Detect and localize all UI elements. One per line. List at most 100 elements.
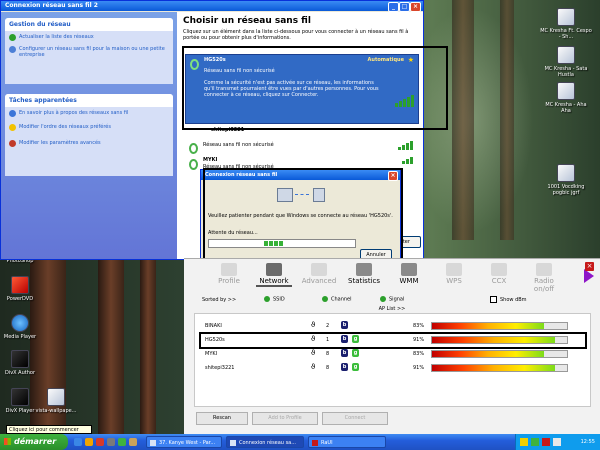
advanced-settings-link[interactable]: Modifier les paramètres avancés: [5, 133, 173, 149]
rescan-button[interactable]: Rescan: [196, 412, 248, 425]
related-tasks-header[interactable]: Tâches apparentées: [5, 94, 173, 107]
desktop-icon-divx-author[interactable]: DivX Author: [0, 350, 46, 376]
maximize-button[interactable]: □: [399, 2, 410, 12]
tab-profile[interactable]: Profile: [211, 263, 247, 285]
ap-row[interactable]: HG520s ϑ 1 b g 91%: [195, 334, 590, 345]
tree-trunk: [500, 0, 514, 240]
quick-launch-media-icon[interactable]: [85, 438, 93, 446]
taskbar-item-music[interactable]: 37. Kanye West - Par...: [146, 436, 222, 448]
network-item[interactable]: Réseau sans fil non sécurisé: [185, 139, 417, 154]
ap-row[interactable]: MYKI ϑ 8 b g 83%: [195, 348, 590, 359]
mode-g-badge: g: [352, 363, 359, 371]
volume-icon[interactable]: [553, 438, 561, 446]
sort-bar: Sorted by >> SSID Channel Signal Show dB…: [184, 295, 600, 306]
audio-file-icon: [557, 8, 575, 26]
ap-channel: 2: [326, 323, 330, 329]
advanced-icon: [311, 263, 327, 276]
highlight-box: [203, 168, 403, 269]
tray-icon[interactable]: [520, 438, 528, 446]
desktop-icon-powerdvd[interactable]: PowerDVD: [0, 276, 46, 302]
quick-launch-firefox-icon[interactable]: [96, 438, 104, 446]
wireless-antenna-icon: [189, 143, 198, 154]
tab-label: Network: [259, 277, 289, 285]
tab-advanced[interactable]: Advanced: [301, 263, 337, 285]
desktop-icon-audio-file[interactable]: MC Kresha Ft. Cespo - Sh...: [540, 8, 592, 40]
preferred-order-link[interactable]: Modifier l'ordre des réseaux préférés: [5, 119, 173, 133]
task-label: Modifier l'ordre des réseaux préférés: [19, 124, 111, 130]
ap-channel: 8: [326, 351, 330, 357]
signal-bar-fill: [432, 337, 555, 343]
signal-bar-fill: [432, 351, 545, 357]
network-tasks-header[interactable]: Gestion du réseau: [5, 18, 173, 31]
tab-statistics[interactable]: Statistics: [346, 263, 382, 285]
tab-label: Statistics: [348, 277, 380, 285]
tree-trunk: [98, 258, 124, 434]
desktop-icon-media-player[interactable]: Media Player: [0, 314, 46, 340]
radio-dot-icon: [380, 296, 386, 302]
sort-channel-option[interactable]: Channel: [322, 296, 352, 303]
taskbar: démarrer 37. Kanye West - Par... Connexi…: [0, 434, 600, 450]
related-tasks-box: Tâches apparentées En savoir plus à prop…: [5, 94, 173, 176]
desktop-icon-wallpaper[interactable]: vista-wallpape...: [30, 388, 82, 414]
taskbar-item-raui[interactable]: RaUI: [308, 436, 386, 448]
signal-bar-fill: [432, 365, 555, 371]
desktop-icon-label: 1001 Vocdking pogbic jgrf: [547, 184, 585, 196]
signal-bar: [431, 364, 568, 372]
start-button[interactable]: démarrer: [0, 434, 68, 450]
quick-launch-app-icon[interactable]: [129, 438, 137, 446]
desktop-icon-audio-file[interactable]: MC Kresha - Sata Hustla: [540, 46, 592, 78]
tray-icon[interactable]: [531, 438, 539, 446]
refresh-networks-link[interactable]: Actualiser la liste des réseaux: [5, 31, 173, 43]
highlight-box: [182, 46, 448, 130]
close-button[interactable]: ×: [410, 2, 421, 12]
tray-icon[interactable]: [542, 438, 550, 446]
next-arrow-icon[interactable]: [584, 269, 594, 283]
tab-network[interactable]: Network: [256, 263, 292, 287]
media-player-icon: [11, 314, 29, 332]
close-button[interactable]: ×: [585, 262, 594, 271]
radio-icon: [536, 263, 552, 276]
signal-strength-icon: [398, 141, 413, 150]
star-icon: [9, 124, 16, 131]
add-to-profile-button[interactable]: Add to Profile: [252, 412, 318, 425]
ap-list-label: AP List >>: [378, 306, 406, 312]
desktop-icon-audio-file[interactable]: MC Kresha - Aha Aha: [540, 82, 592, 114]
taskbar-item-wireless[interactable]: Connexion réseau sa...: [226, 436, 304, 448]
network-icon: [266, 263, 282, 276]
statistics-icon: [356, 263, 372, 276]
ap-signal-percent: 91%: [413, 337, 425, 343]
clock[interactable]: 12:55: [581, 439, 595, 445]
learn-wireless-link[interactable]: En savoir plus à propos des réseaux sans…: [5, 107, 173, 119]
quick-launch-ie-icon[interactable]: [74, 438, 82, 446]
task-label: Modifier les paramètres avancés: [19, 140, 101, 146]
mode-b-badge: b: [341, 321, 348, 329]
tab-wmm[interactable]: WMM: [391, 263, 427, 285]
show-dbm-checkbox[interactable]: Show dBm: [490, 296, 527, 303]
tree-trunk: [452, 0, 474, 240]
minimize-button[interactable]: _: [388, 2, 399, 12]
ap-row[interactable]: BINAKI ϑ 2 b 83%: [195, 320, 590, 331]
desktop-icon-label: MC Kresha - Aha Aha: [545, 102, 587, 114]
desktop-icon-label: DivX Author: [4, 370, 36, 376]
quick-launch-app-icon[interactable]: [118, 438, 126, 446]
sort-ssid-option[interactable]: SSID: [264, 296, 285, 303]
tab-wps[interactable]: WPS: [436, 263, 472, 285]
ap-channel: 1: [326, 337, 330, 343]
tab-ccx[interactable]: CCX: [481, 263, 517, 285]
refresh-icon: [9, 34, 16, 41]
divx-icon: [11, 350, 29, 368]
network-name: MYKI: [203, 157, 218, 163]
setup-network-link[interactable]: Configurer un réseau sans fil pour la ma…: [5, 43, 173, 61]
task-label: En savoir plus à propos des réseaux sans…: [19, 110, 129, 116]
ap-signal-percent: 91%: [413, 365, 425, 371]
page-title: Choisir un réseau sans fil: [183, 16, 311, 26]
sort-signal-option[interactable]: Signal: [380, 296, 404, 303]
music-icon: [150, 440, 156, 446]
window-titlebar[interactable]: Connexion réseau sans fil 2 _ □ ×: [1, 1, 423, 12]
tab-radio-on-off[interactable]: Radio on/off: [526, 263, 562, 293]
quick-launch-desktop-icon[interactable]: [107, 438, 115, 446]
ap-row[interactable]: shitepi3221 ϑ 8 b g 91%: [195, 362, 590, 373]
desktop-icon-image-file[interactable]: 1001 Vocdking pogbic jgrf: [540, 164, 592, 196]
connect-button[interactable]: Connect: [322, 412, 388, 425]
window-title: Connexion réseau sans fil 2: [5, 2, 98, 9]
